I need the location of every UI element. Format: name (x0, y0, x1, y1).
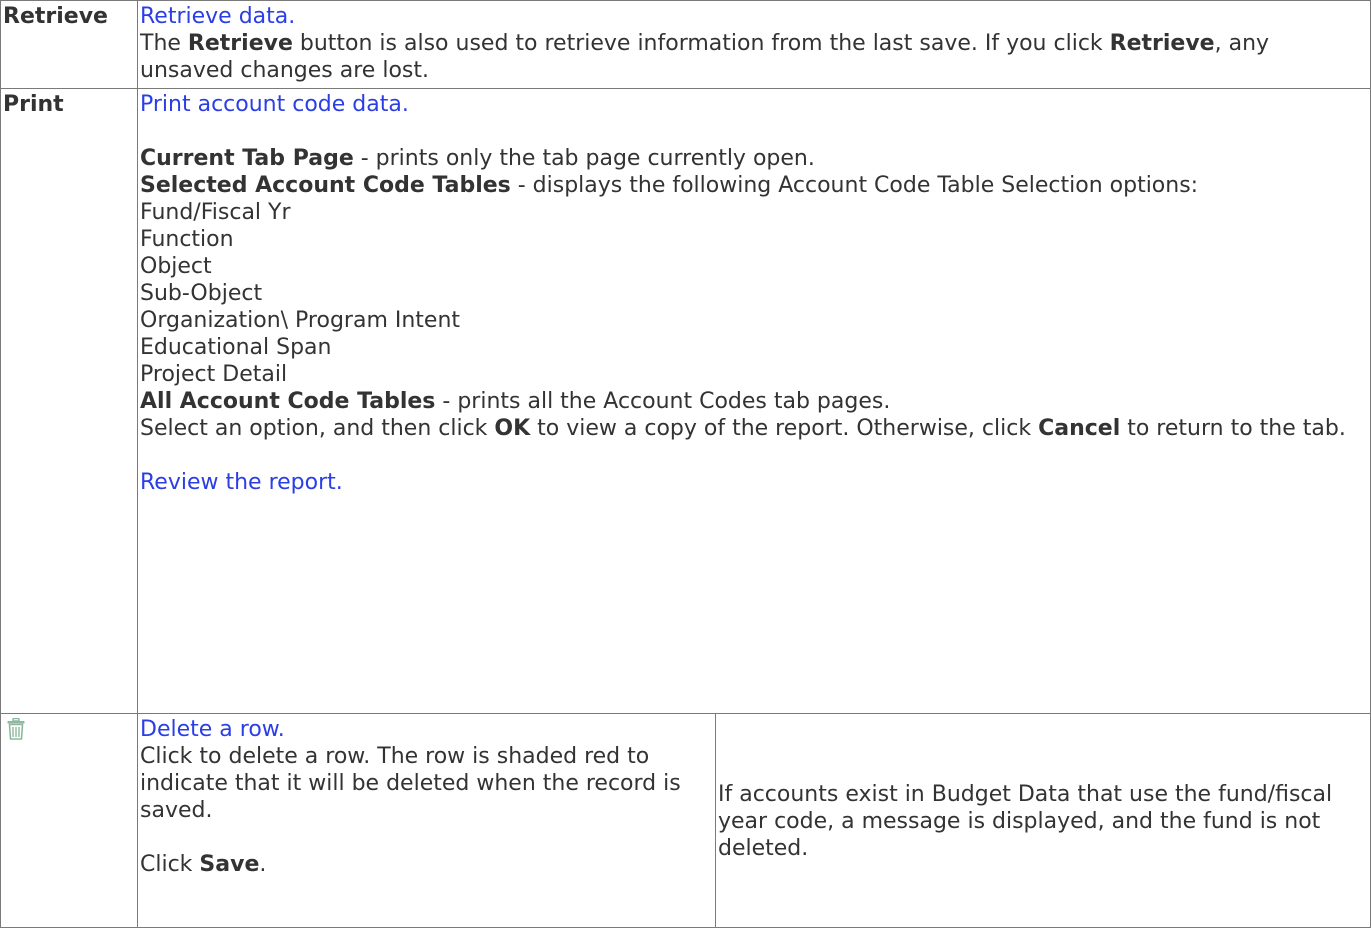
retrieve-data-link[interactable]: Retrieve data. (140, 3, 1368, 30)
retrieve-description: The Retrieve button is also used to retr… (140, 31, 1270, 83)
delete-note: If accounts exist in Budget Data that us… (718, 782, 1333, 861)
option-item: Organization\ Program Intent (140, 308, 461, 333)
delete-description: Click to delete a row. The row is shaded… (140, 744, 681, 823)
retrieve-description-cell: Retrieve data. The Retrieve button is al… (137, 0, 1371, 89)
option-item: Function (140, 227, 234, 252)
option-item: Project Detail (140, 362, 288, 387)
option-item: Fund/Fiscal Yr (140, 200, 291, 225)
review-report-link[interactable]: Review the report. (140, 469, 1368, 496)
print-label-cell: Print (0, 88, 138, 714)
all-tables-option: All Account Code Tables - prints all the… (140, 389, 891, 414)
current-tab-option: Current Tab Page - prints only the tab p… (140, 146, 815, 171)
option-item: Sub-Object (140, 281, 263, 306)
select-option-instructions: Select an option, and then click OK to v… (140, 416, 1346, 441)
click-save-instruction: Click Save. (140, 852, 267, 877)
retrieve-label: Retrieve (3, 4, 108, 29)
trash-icon (7, 717, 27, 740)
table-row-retrieve: Retrieve Retrieve data. The Retrieve but… (0, 0, 1371, 89)
selected-tables-option: Selected Account Code Tables - displays … (140, 173, 1199, 198)
help-table: Retrieve Retrieve data. The Retrieve but… (0, 0, 1371, 928)
option-item: Educational Span (140, 335, 332, 360)
print-data-link[interactable]: Print account code data. (140, 91, 1368, 118)
table-row-print: Print Print account code data. Current T… (0, 88, 1371, 714)
print-label: Print (3, 92, 64, 117)
table-row-delete: Delete a row. Click to delete a row. The… (0, 713, 1371, 928)
print-description-cell: Print account code data. Current Tab Pag… (137, 88, 1371, 714)
delete-row-link[interactable]: Delete a row. (140, 716, 713, 743)
delete-note-cell: If accounts exist in Budget Data that us… (715, 713, 1371, 928)
delete-description-cell: Delete a row. Click to delete a row. The… (137, 713, 716, 928)
delete-icon-cell (0, 713, 138, 928)
option-item: Object (140, 254, 212, 279)
retrieve-label-cell: Retrieve (0, 0, 138, 89)
